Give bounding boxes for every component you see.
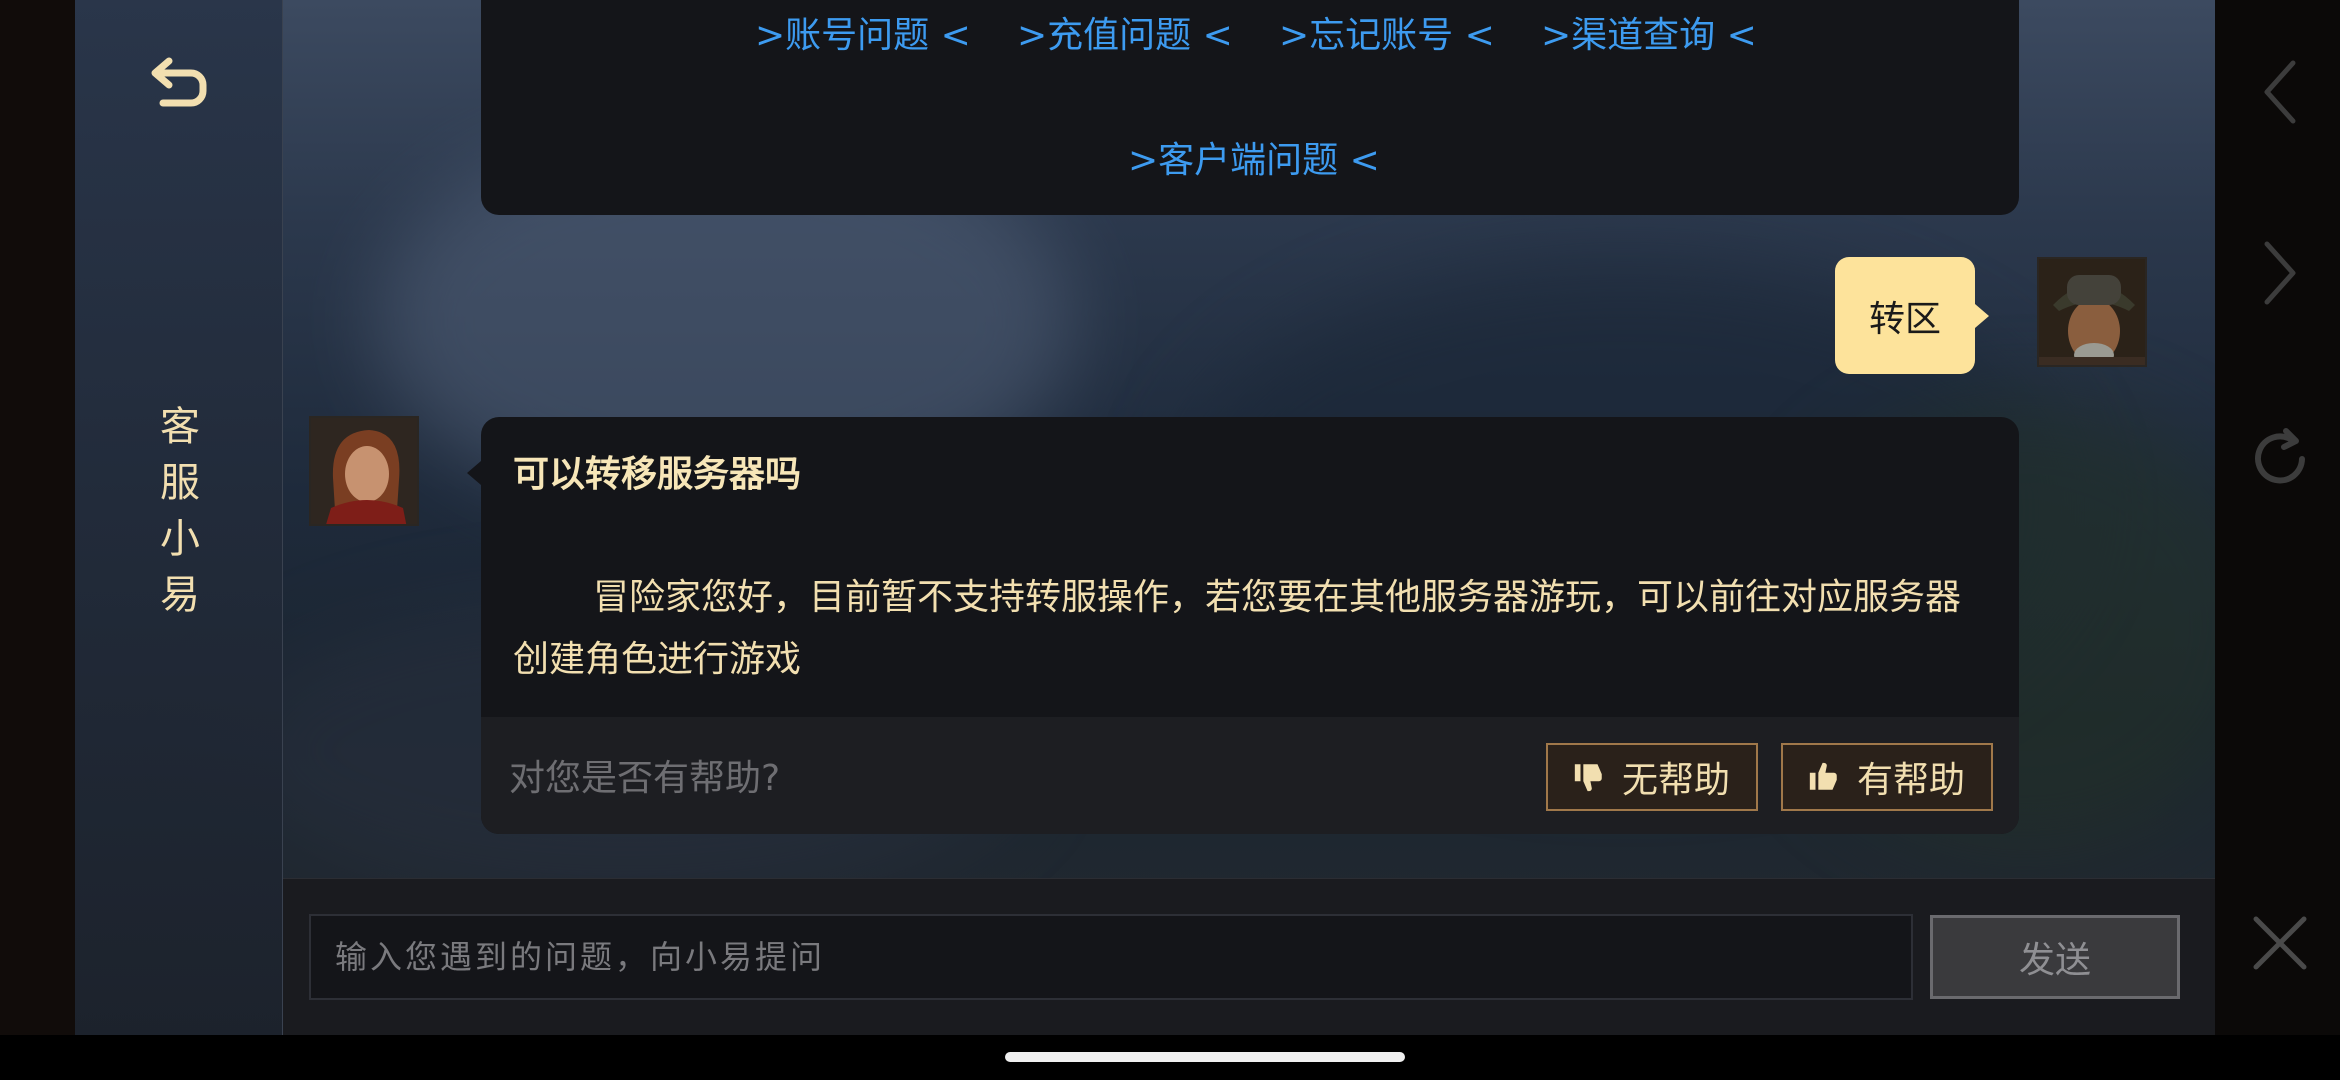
quick-link-account[interactable]: >账号问题 < bbox=[755, 6, 971, 58]
send-button[interactable]: 发送 bbox=[1930, 915, 2180, 999]
bot-reply-body: 冒险家您好，目前暂不支持转服操作，若您要在其他服务器游玩，可以前往对应服务器创建… bbox=[513, 577, 1962, 680]
sidebar-title-char: 易 bbox=[160, 572, 200, 618]
user-message-bubble: 转区 bbox=[1835, 257, 1989, 374]
helpful-label: 有帮助 bbox=[1857, 760, 1966, 801]
return-arrow-icon bbox=[151, 57, 207, 107]
refresh-button[interactable] bbox=[2240, 419, 2320, 499]
not-helpful-button[interactable]: 无帮助 bbox=[1546, 743, 1758, 811]
quick-link-channel[interactable]: >渠道查询 < bbox=[1541, 6, 1757, 58]
question-input[interactable] bbox=[309, 914, 1913, 1000]
thumbs-up-icon bbox=[1809, 762, 1837, 790]
feedback-bar: 对您是否有帮助? 无帮助 有帮助 bbox=[481, 717, 2019, 834]
back-chevron-button[interactable] bbox=[2240, 52, 2320, 132]
feedback-question: 对您是否有帮助? bbox=[509, 758, 781, 799]
refresh-icon bbox=[2255, 428, 2305, 484]
bot-reply-title: 可以转移服务器吗 bbox=[513, 454, 802, 495]
left-edge bbox=[0, 0, 75, 1080]
sidebar-title: 客 服 小 易 bbox=[150, 400, 210, 622]
quick-link-recharge[interactable]: >充值问题 < bbox=[1017, 6, 1233, 58]
bot-avatar bbox=[309, 416, 419, 526]
user-message-text: 转区 bbox=[1868, 298, 1941, 340]
close-icon bbox=[2253, 916, 2307, 970]
not-helpful-label: 无帮助 bbox=[1622, 760, 1731, 801]
helpful-button[interactable]: 有帮助 bbox=[1781, 743, 1993, 811]
forward-chevron-icon bbox=[2264, 241, 2296, 305]
bot-reply-bubble: 可以转移服务器吗 冒险家您好，目前暂不支持转服操作，若您要在其他服务器游玩，可以… bbox=[467, 417, 2019, 834]
sidebar-title-char: 服 bbox=[160, 460, 200, 506]
send-label: 发送 bbox=[2018, 940, 2091, 981]
sidebar-title-char: 小 bbox=[160, 516, 200, 562]
forward-chevron-button[interactable] bbox=[2240, 233, 2320, 313]
quick-link-forgot-account[interactable]: >忘记账号 < bbox=[1279, 6, 1495, 58]
quick-link-client[interactable]: >客户端问题 < bbox=[1128, 131, 1380, 183]
thumbs-down-icon bbox=[1574, 764, 1602, 792]
user-avatar bbox=[2037, 257, 2147, 367]
sidebar-title-char: 客 bbox=[160, 404, 200, 450]
home-indicator[interactable] bbox=[1005, 1052, 1405, 1062]
close-button[interactable] bbox=[2240, 903, 2320, 983]
back-button[interactable] bbox=[137, 45, 221, 121]
back-chevron-icon bbox=[2264, 60, 2296, 124]
